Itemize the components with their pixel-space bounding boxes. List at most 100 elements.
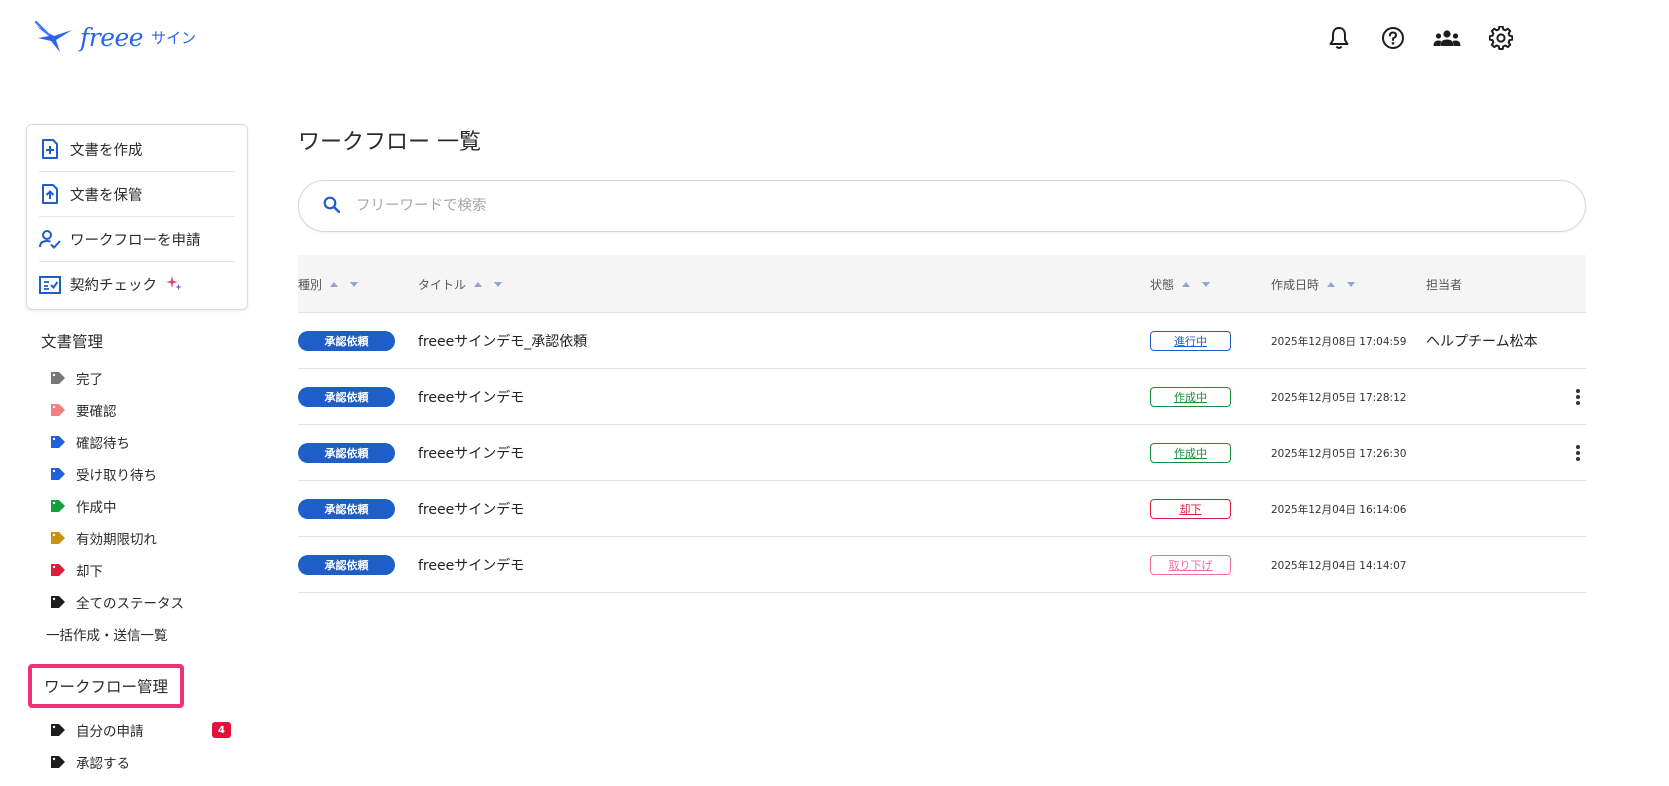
created-date: 2025年12月04日 14:14:07	[1271, 559, 1407, 572]
wf-item-label: 承認する	[76, 756, 130, 772]
kind-badge: 承認依頼	[298, 499, 395, 519]
action-label: 文書を保管	[70, 187, 143, 204]
kind-badge: 承認依頼	[298, 387, 395, 407]
column-label: 状態	[1150, 277, 1175, 292]
doc-tag-label: 完了	[76, 372, 103, 388]
table-row[interactable]: 承認依頼 freeeサインデモ 作成中 2025年12月05日 17:26:30	[298, 425, 1586, 481]
action-label: ワークフローを申請	[70, 232, 201, 249]
created-date: 2025年12月04日 16:14:06	[1271, 503, 1407, 516]
row-title[interactable]: freeeサインデモ	[418, 369, 524, 425]
doc-tag-label: 全てのステータス	[76, 596, 184, 612]
status-badge[interactable]: 作成中	[1150, 443, 1231, 463]
status-badge[interactable]: 却下	[1150, 499, 1231, 519]
doc-tag-all-statuses[interactable]: 全てのステータス	[26, 586, 248, 618]
doc-tag-label: 作成中	[76, 500, 117, 516]
apply-workflow-action[interactable]: ワークフローを申請	[39, 217, 235, 262]
sort-arrows-icon[interactable]	[474, 281, 503, 287]
column-label: 種別	[298, 277, 323, 292]
freee-sign-logo[interactable]: freee サイン	[34, 20, 196, 54]
owner-name: ヘルプチーム松本	[1426, 334, 1538, 350]
search-input[interactable]	[356, 198, 1256, 214]
tag-icon	[50, 563, 66, 577]
row-title[interactable]: freeeサインデモ	[418, 425, 524, 481]
document-upload-icon	[39, 183, 61, 205]
workflow-table: 種別 タイトル 状態 作成日時 担当者 承認依頼 freeeサインデモ_承認依頼…	[298, 255, 1586, 593]
column-header-kind[interactable]: 種別	[298, 255, 359, 313]
team-icon[interactable]	[1433, 24, 1461, 52]
table-row[interactable]: 承認依頼 freeeサインデモ 却下 2025年12月04日 16:14:06	[298, 481, 1586, 537]
search-bar[interactable]	[298, 180, 1586, 232]
column-header-status[interactable]: 状態	[1150, 255, 1211, 313]
doc-tag-needs-review[interactable]: 要確認	[26, 394, 248, 426]
tag-icon	[50, 371, 66, 385]
created-date: 2025年12月05日 17:26:30	[1271, 447, 1407, 460]
settings-gear-icon[interactable]	[1487, 24, 1515, 52]
tag-icon	[50, 467, 66, 481]
more-options-icon[interactable]	[1570, 443, 1586, 463]
doc-tag-awaiting-confirmation[interactable]: 確認待ち	[26, 426, 248, 458]
row-title[interactable]: freeeサインデモ	[418, 537, 524, 593]
tag-icon	[50, 755, 66, 769]
table-row[interactable]: 承認依頼 freeeサインデモ_承認依頼 進行中 2025年12月08日 17:…	[298, 313, 1586, 369]
logo-subtext: サイン	[151, 28, 197, 47]
doc-tag-complete[interactable]: 完了	[26, 362, 248, 394]
document-management-heading: 文書管理	[41, 333, 104, 351]
doc-tag-rejected[interactable]: 却下	[26, 554, 248, 586]
kind-badge: 承認依頼	[298, 331, 395, 351]
sort-arrows-icon[interactable]	[1182, 281, 1211, 287]
column-header-owner: 担当者	[1426, 255, 1462, 313]
action-label: 契約チェック	[70, 278, 157, 294]
kind-badge: 承認依頼	[298, 443, 395, 463]
document-add-icon	[39, 138, 61, 160]
doc-tag-awaiting-receipt[interactable]: 受け取り待ち	[26, 458, 248, 490]
help-icon[interactable]	[1379, 24, 1407, 52]
tag-icon	[50, 531, 66, 545]
column-label: 担当者	[1426, 277, 1463, 292]
doc-tag-label: 有効期限切れ	[76, 532, 157, 548]
doc-tag-label: 受け取り待ち	[76, 468, 157, 484]
bell-icon[interactable]	[1325, 24, 1353, 52]
more-options-icon[interactable]	[1570, 387, 1586, 407]
tag-icon	[50, 723, 66, 737]
search-icon	[323, 196, 341, 217]
doc-tag-label: 確認待ち	[76, 436, 130, 452]
action-label: 文書を作成	[70, 142, 143, 159]
sort-arrows-icon[interactable]	[1327, 281, 1356, 287]
row-title[interactable]: freeeサインデモ_承認依頼	[418, 313, 587, 369]
table-body: 承認依頼 freeeサインデモ_承認依頼 進行中 2025年12月08日 17:…	[298, 313, 1586, 593]
doc-tag-label: 却下	[76, 564, 103, 580]
created-date: 2025年12月08日 17:04:59	[1271, 335, 1407, 348]
workflow-management-heading[interactable]: ワークフロー管理	[28, 664, 185, 708]
table-row[interactable]: 承認依頼 freeeサインデモ 取り下げ 2025年12月04日 14:14:0…	[298, 537, 1586, 593]
status-badge[interactable]: 作成中	[1150, 387, 1231, 407]
checklist-icon	[39, 274, 61, 296]
sort-arrows-icon[interactable]	[330, 281, 359, 287]
wf-my-requests[interactable]: 自分の申請 4	[26, 714, 248, 746]
store-document-action[interactable]: 文書を保管	[39, 172, 235, 217]
doc-tag-drafting[interactable]: 作成中	[26, 490, 248, 522]
table-header: 種別 タイトル 状態 作成日時 担当者	[298, 255, 1586, 313]
status-badge[interactable]: 進行中	[1150, 331, 1231, 351]
create-document-action[interactable]: 文書を作成	[39, 127, 235, 172]
tag-icon	[50, 595, 66, 609]
wf-item-label: 自分の申請	[76, 724, 144, 740]
doc-tag-expired[interactable]: 有効期限切れ	[26, 522, 248, 554]
user-check-icon	[39, 228, 61, 250]
count-badge: 4	[212, 722, 231, 738]
wf-to-approve[interactable]: 承認する	[26, 746, 248, 778]
document-status-list: 完了 要確認 確認待ち 受け取り待ち 作成中 有効期限切れ 却下 全てのステータ…	[26, 362, 248, 618]
table-row[interactable]: 承認依頼 freeeサインデモ 作成中 2025年12月05日 17:28:12	[298, 369, 1586, 425]
contract-check-action[interactable]: 契約チェック	[39, 262, 235, 307]
doc-tag-label: 要確認	[76, 404, 117, 420]
tag-icon	[50, 435, 66, 449]
status-badge[interactable]: 取り下げ	[1150, 555, 1231, 575]
logo-text: freee	[80, 22, 144, 52]
column-header-created[interactable]: 作成日時	[1271, 255, 1356, 313]
bird-logo-icon	[34, 20, 72, 52]
column-header-title[interactable]: タイトル	[418, 255, 503, 313]
bulk-send-list-link[interactable]: 一括作成・送信一覧	[22, 618, 248, 650]
tag-icon	[50, 499, 66, 513]
page-title: ワークフロー 一覧	[298, 130, 481, 155]
row-title[interactable]: freeeサインデモ	[418, 481, 524, 537]
kind-badge: 承認依頼	[298, 555, 395, 575]
